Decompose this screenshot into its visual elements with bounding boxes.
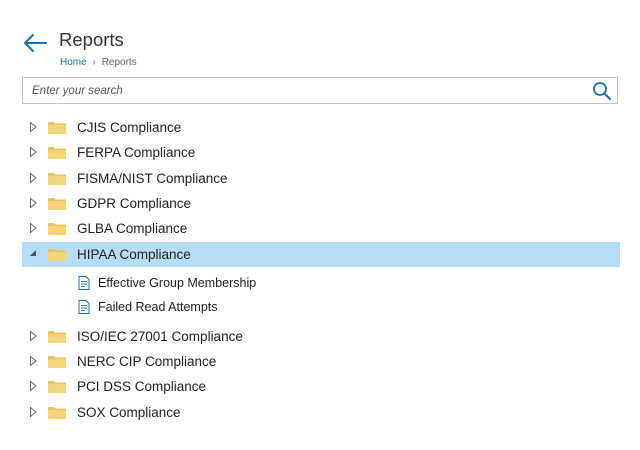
folder-icon [48,197,66,210]
tree-folder-label: PCI DSS Compliance [77,379,207,395]
tree-folder-row[interactable]: CJIS Compliance [22,115,620,140]
tree-folder-row[interactable]: HIPAA Compliance [22,241,620,267]
tree-folder-row[interactable]: SOX Compliance [22,400,620,425]
collapsed-triangle-icon[interactable] [27,172,39,184]
folder-icon [48,122,66,134]
tree-folder-label: GDPR Compliance [77,195,192,211]
breadcrumb-home-link[interactable]: Home [60,57,87,68]
tree-folder-label: GLBA Compliance [77,221,188,237]
report-document-icon [78,275,90,290]
collapsed-triangle-icon[interactable] [27,380,39,392]
folder-icon [48,248,66,261]
collapsed-triangle-icon[interactable] [27,197,39,209]
collapsed-triangle-icon[interactable] [27,222,39,234]
folder-icon [48,330,66,343]
expanded-triangle-icon[interactable] [27,248,39,260]
page-title: Reports [59,29,124,50]
search-input[interactable] [32,82,572,100]
report-document-icon [78,300,90,315]
folder-icon [48,172,66,185]
tree-report-label: Failed Read Attempts [98,300,218,315]
collapsed-triangle-icon[interactable] [27,121,39,133]
tree-folder-label: FERPA Compliance [77,145,196,161]
tree-report-item[interactable]: Failed Read Attempts [22,295,620,319]
collapsed-triangle-icon[interactable] [27,406,39,418]
tree-folder-label: FISMA/NIST Compliance [77,170,228,186]
tree-report-label: Effective Group Membership [98,275,257,290]
collapsed-triangle-icon[interactable] [27,146,39,158]
back-arrow-icon[interactable] [22,32,48,54]
folder-icon [48,147,66,160]
folder-icon [48,356,66,369]
collapsed-triangle-icon[interactable] [27,355,39,367]
folder-icon [48,406,66,419]
tree-folder-row[interactable]: PCI DSS Compliance [22,374,620,399]
tree-folder-row[interactable]: FERPA Compliance [22,140,620,165]
tree-folder-row[interactable]: GLBA Compliance [22,216,620,241]
breadcrumb-separator-icon: › [92,57,96,68]
tree-folder-label: CJIS Compliance [77,120,182,135]
collapsed-triangle-icon[interactable] [27,330,39,342]
tree-report-item[interactable]: Effective Group Membership [22,271,620,295]
tree-folder-label: ISO/IEC 27001 Compliance [77,328,243,344]
tree-folder-row[interactable]: FISMA/NIST Compliance [22,166,620,191]
tree-folder-label: HIPAA Compliance [77,246,191,262]
folder-icon [48,223,66,236]
tree-folder-row[interactable]: NERC CIP Compliance [22,349,620,374]
search-box [22,77,618,104]
tree-folder-label: SOX Compliance [77,404,181,420]
breadcrumb: Home › Reports [60,57,137,68]
tree-folder-row[interactable]: ISO/IEC 27001 Compliance [22,324,620,349]
tree-folder-label: NERC CIP Compliance [77,354,217,370]
search-icon[interactable] [592,81,612,101]
tree-folder-row[interactable]: GDPR Compliance [22,191,620,216]
breadcrumb-current: Reports [101,57,137,68]
folder-icon [48,381,66,394]
reports-page: Reports Home › Reports CJIS Compliance FE… [0,0,640,450]
